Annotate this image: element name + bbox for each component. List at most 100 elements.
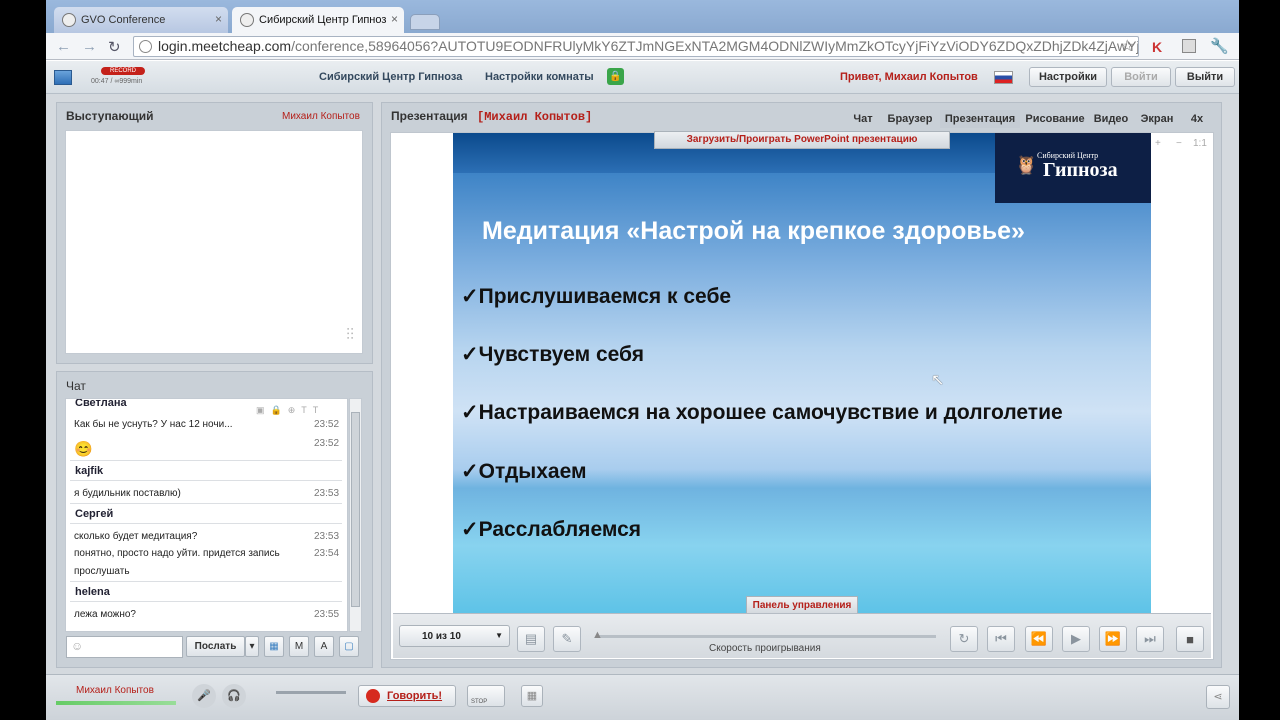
- logo-title: Гипноза: [1043, 159, 1118, 181]
- chat-divider: [70, 460, 342, 461]
- chat-author: Сергей: [75, 508, 114, 520]
- close-icon[interactable]: ×: [215, 12, 222, 26]
- pen-icon[interactable]: ✎: [553, 626, 581, 652]
- zoom-in-icon[interactable]: +: [1155, 138, 1161, 149]
- control-panel-toggle[interactable]: Панель управления: [746, 596, 858, 614]
- chat-message: лежа можно?: [74, 609, 136, 620]
- chat-tool-icons[interactable]: ▣🔒⊕TT: [256, 405, 324, 416]
- send-options-button[interactable]: ▾: [245, 636, 259, 657]
- globe-icon: [139, 40, 152, 53]
- speed-slider-handle[interactable]: ▲: [592, 629, 603, 641]
- format-m-icon[interactable]: M: [289, 636, 309, 657]
- volume-slider[interactable]: [276, 691, 346, 694]
- tab-drawing[interactable]: Рисование: [1023, 110, 1087, 128]
- slide-bullet: ✓Расслабляемся: [461, 518, 642, 541]
- refresh-icon[interactable]: ↻: [950, 626, 978, 652]
- play-icon[interactable]: ▶: [1062, 626, 1090, 652]
- speak-button[interactable]: Говорить!: [358, 685, 456, 707]
- tab-label: Сибирский Центр Гипноз: [259, 14, 387, 26]
- zoom-out-icon[interactable]: −: [1176, 138, 1182, 149]
- clear-icon[interactable]: ▢: [339, 636, 359, 657]
- extension-k-icon[interactable]: K: [1152, 39, 1162, 55]
- chat-author: Светлана: [75, 398, 127, 409]
- chat-message: Как бы не уснуть? У нас 12 ночи...: [74, 419, 233, 430]
- settings-button[interactable]: Настройки: [1029, 67, 1107, 87]
- bookmark-star-icon[interactable]: ☆: [1120, 36, 1134, 56]
- font-size-icon[interactable]: A: [314, 636, 334, 657]
- extension-box-icon[interactable]: [1182, 39, 1196, 53]
- record-button[interactable]: RECORD: [101, 67, 145, 75]
- logout-button[interactable]: Выйти: [1175, 67, 1235, 87]
- slide-logo: Сибирский Центр 🦉 Гипноза: [995, 133, 1151, 203]
- chevron-down-icon: ▼: [495, 631, 503, 640]
- language-flag-icon[interactable]: [994, 71, 1013, 84]
- slides-list-icon[interactable]: ▤: [517, 626, 545, 652]
- scrollbar-thumb[interactable]: [351, 412, 360, 607]
- app-header: RECORD 00:47 / ∞999min Сибирский Центр Г…: [46, 61, 1239, 94]
- tab-4x[interactable]: 4x: [1182, 110, 1212, 128]
- chat-time: 23:53: [314, 488, 340, 499]
- share-icon[interactable]: ⋖: [1206, 685, 1230, 709]
- speak-icon: [366, 689, 380, 703]
- chat-divider: [70, 523, 342, 524]
- browser-tab-active[interactable]: Сибирский Центр Гипноз ×: [232, 7, 404, 33]
- owl-icon: 🦉: [1015, 155, 1038, 175]
- speaker-name: Михаил Копытов: [282, 111, 360, 122]
- stop-icon[interactable]: ■: [1176, 626, 1204, 652]
- rewind-icon[interactable]: ⏪: [1025, 626, 1053, 652]
- chat-input[interactable]: ☺: [66, 636, 183, 658]
- chat-message-list: Светлана ▣🔒⊕TT Как бы не уснуть? У нас 1…: [65, 398, 348, 632]
- layout-icon[interactable]: ▦: [521, 685, 543, 707]
- speed-label: Скорость проигрывания: [709, 643, 821, 654]
- stop-broadcast-button[interactable]: STOP: [467, 685, 505, 707]
- room-settings-link[interactable]: Настройки комнаты: [485, 71, 594, 83]
- chat-time: 23:55: [314, 609, 340, 620]
- chat-scrollbar[interactable]: [349, 398, 362, 632]
- current-user: Михаил Копытов: [76, 685, 154, 696]
- browser-tab-gvo[interactable]: GVO Conference ×: [54, 7, 228, 33]
- chat-time: 23:54: [314, 548, 340, 559]
- fast-forward-icon[interactable]: ⏩: [1099, 626, 1127, 652]
- forward-arrow-icon[interactable]: →: [82, 38, 97, 55]
- tab-chat[interactable]: Чат: [845, 110, 881, 128]
- tab-presentation[interactable]: Презентация: [940, 110, 1020, 128]
- mouse-cursor-icon: ↖: [931, 372, 945, 389]
- equalizer-icon[interactable]: ⫶⫶: [346, 327, 354, 345]
- headphones-icon[interactable]: 🎧: [222, 684, 246, 708]
- chat-time: 23:52: [314, 419, 340, 430]
- url-path: /conference,58964056?AUTOTU9EODNFRUlyMkY…: [291, 38, 1139, 54]
- emoticon-icon[interactable]: ☺: [71, 639, 83, 653]
- first-slide-icon[interactable]: ⏮: [987, 626, 1015, 652]
- audio-level-meter: [56, 701, 176, 705]
- greeting: Привет, Михаил Копытов: [840, 71, 978, 83]
- reload-icon[interactable]: ↻: [108, 38, 121, 56]
- tab-screen[interactable]: Экран: [1135, 110, 1179, 128]
- load-powerpoint-button[interactable]: Загрузить/Проиграть PowerPoint презентац…: [654, 131, 950, 149]
- playback-controls: 10 из 10 ▼ ▤ ✎ ▲ Скорость проигрывания ↻ …: [393, 613, 1211, 658]
- slide-bullet: ✓Настраиваемся на хорошее самочувствие и…: [461, 401, 1063, 424]
- tab-video[interactable]: Видео: [1090, 110, 1132, 128]
- chat-message: понятно, просто надо уйти. придется запи…: [74, 548, 280, 559]
- close-icon[interactable]: ×: [391, 12, 398, 26]
- address-bar[interactable]: login.meetcheap.com/conference,58964056?…: [133, 36, 1139, 57]
- slide: Сибирский Центр 🦉 Гипноза Медитация «Нас…: [453, 133, 1151, 613]
- new-tab-button[interactable]: [410, 14, 440, 30]
- last-slide-icon[interactable]: ⏭: [1136, 626, 1164, 652]
- microphone-icon[interactable]: 🎤: [192, 684, 216, 708]
- paint-icon[interactable]: ▦: [264, 636, 284, 657]
- speed-slider-track[interactable]: [596, 635, 936, 638]
- lock-icon[interactable]: 🔒: [607, 68, 624, 85]
- back-arrow-icon[interactable]: ←: [56, 38, 71, 55]
- wrench-icon[interactable]: 🔧: [1210, 37, 1229, 55]
- send-button[interactable]: Послать: [186, 636, 245, 657]
- chat-author: kajfik: [75, 465, 104, 477]
- layout-grid-icon[interactable]: [54, 70, 72, 85]
- page-select[interactable]: 10 из 10 ▼: [399, 625, 510, 647]
- chat-time: 23:53: [314, 531, 340, 542]
- login-button[interactable]: Войти: [1111, 67, 1171, 87]
- chat-message: прослушать: [74, 566, 130, 577]
- smiley-emoji: 😊: [74, 441, 93, 458]
- zoom-reset-icon[interactable]: 1:1: [1193, 138, 1207, 149]
- slide-bullet: ✓Прислушиваемся к себе: [461, 285, 732, 308]
- tab-browser[interactable]: Браузер: [883, 110, 937, 128]
